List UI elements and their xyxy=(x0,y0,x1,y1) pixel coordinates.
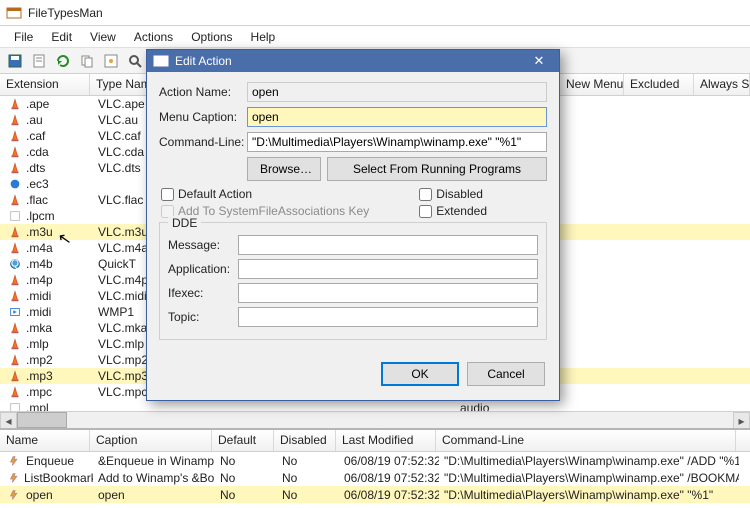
label-command-line: Command-Line: xyxy=(159,135,247,149)
filetype-icon xyxy=(8,370,24,382)
filetype-icon xyxy=(8,130,24,142)
edit-action-dialog: Edit Action ✕ Action Name: Menu Caption:… xyxy=(146,49,560,401)
label-application: Application: xyxy=(168,262,238,276)
column-header[interactable]: Name xyxy=(0,430,90,451)
filetype-icon xyxy=(8,274,24,286)
column-header[interactable]: Default xyxy=(212,430,274,451)
dde-group-title: DDE xyxy=(168,216,201,230)
filetype-icon xyxy=(8,338,24,350)
action-icon xyxy=(8,455,24,467)
toolbar-copy-icon[interactable] xyxy=(76,50,98,72)
extensions-grid-hscroll[interactable]: ◂ ▸ xyxy=(0,411,750,428)
menu-edit[interactable]: Edit xyxy=(43,28,80,46)
action-icon xyxy=(8,472,22,484)
filetype-icon xyxy=(8,290,24,302)
filetype-icon xyxy=(8,210,24,222)
dde-group: DDE Message: Application: Ifexec: Topic: xyxy=(159,222,547,340)
label-topic: Topic: xyxy=(168,310,238,324)
table-row[interactable]: ListBookmarkAdd to Winamp's &Bo…NoNo06/0… xyxy=(0,469,750,486)
label-ifexec: Ifexec: xyxy=(168,286,238,300)
toolbar-refresh-icon[interactable] xyxy=(52,50,74,72)
filetype-icon xyxy=(8,98,24,110)
column-header[interactable]: Caption xyxy=(90,430,212,451)
label-menu-caption: Menu Caption: xyxy=(159,110,247,124)
table-row[interactable]: openopenNoNo06/08/19 07:52:32"D:\Multime… xyxy=(0,486,750,503)
column-header[interactable]: Extension xyxy=(0,74,90,95)
extended-checkbox[interactable]: Extended xyxy=(419,204,487,218)
label-message: Message: xyxy=(168,238,238,252)
application-input[interactable] xyxy=(238,259,538,279)
table-row[interactable]: Enqueue&Enqueue in WinampNoNo06/08/19 07… xyxy=(0,452,750,469)
menu-bar: File Edit View Actions Options Help xyxy=(0,26,750,48)
filetype-icon xyxy=(8,322,24,334)
filetype-icon xyxy=(8,114,24,126)
actions-grid-body[interactable]: Enqueue&Enqueue in WinampNoNo06/08/19 07… xyxy=(0,452,750,503)
ok-button[interactable]: OK xyxy=(381,362,459,386)
toolbar-props-icon[interactable] xyxy=(28,50,50,72)
topic-input[interactable] xyxy=(238,307,538,327)
browse-button[interactable]: Browse… xyxy=(247,157,321,181)
app-icon xyxy=(6,5,22,21)
menu-caption-input[interactable] xyxy=(247,107,547,127)
toolbar-save-icon[interactable] xyxy=(4,50,26,72)
filetype-icon xyxy=(8,178,24,190)
column-header[interactable]: Excluded xyxy=(624,74,694,95)
scroll-right-icon[interactable]: ▸ xyxy=(733,412,750,428)
filetype-icon: Q xyxy=(8,258,24,270)
menu-options[interactable]: Options xyxy=(183,28,240,46)
filetype-icon xyxy=(8,354,24,366)
column-header[interactable]: Disabled xyxy=(274,430,336,451)
message-input[interactable] xyxy=(238,235,538,255)
menu-file[interactable]: File xyxy=(6,28,41,46)
filetype-icon xyxy=(8,146,24,158)
command-line-input[interactable] xyxy=(247,132,547,152)
action-icon xyxy=(8,489,24,501)
menu-view[interactable]: View xyxy=(82,28,124,46)
ifexec-input[interactable] xyxy=(238,283,538,303)
window-titlebar: FileTypesMan xyxy=(0,0,750,26)
filetype-icon xyxy=(8,162,24,174)
filetype-icon xyxy=(8,242,24,254)
select-running-button[interactable]: Select From Running Programs xyxy=(327,157,547,181)
default-action-checkbox[interactable]: Default Action xyxy=(161,187,369,201)
window-title: FileTypesMan xyxy=(28,6,103,20)
toolbar-find-icon[interactable] xyxy=(124,50,146,72)
filetype-icon xyxy=(8,386,24,398)
filetype-icon xyxy=(8,226,24,238)
menu-actions[interactable]: Actions xyxy=(126,28,181,46)
action-name-input xyxy=(247,82,547,102)
filetype-icon xyxy=(8,306,24,318)
dialog-title: Edit Action xyxy=(175,54,232,68)
scroll-left-icon[interactable]: ◂ xyxy=(0,412,17,428)
menu-help[interactable]: Help xyxy=(243,28,284,46)
toolbar-settings-icon[interactable] xyxy=(100,50,122,72)
dialog-icon xyxy=(153,53,169,69)
dialog-titlebar[interactable]: Edit Action ✕ xyxy=(147,50,559,72)
actions-grid: NameCaptionDefaultDisabledLast ModifiedC… xyxy=(0,428,750,508)
column-header[interactable]: Last Modified xyxy=(336,430,436,451)
cancel-button[interactable]: Cancel xyxy=(467,362,545,386)
column-header[interactable]: Command-Line xyxy=(436,430,736,451)
column-header[interactable]: Always Sh xyxy=(694,74,750,95)
close-icon[interactable]: ✕ xyxy=(525,52,553,70)
actions-grid-header: NameCaptionDefaultDisabledLast ModifiedC… xyxy=(0,430,750,452)
scroll-thumb[interactable] xyxy=(17,412,67,428)
svg-text:Q: Q xyxy=(11,258,19,270)
label-action-name: Action Name: xyxy=(159,85,247,99)
filetype-icon xyxy=(8,194,24,206)
column-header[interactable]: New Menu xyxy=(560,74,624,95)
disabled-checkbox[interactable]: Disabled xyxy=(419,187,487,201)
